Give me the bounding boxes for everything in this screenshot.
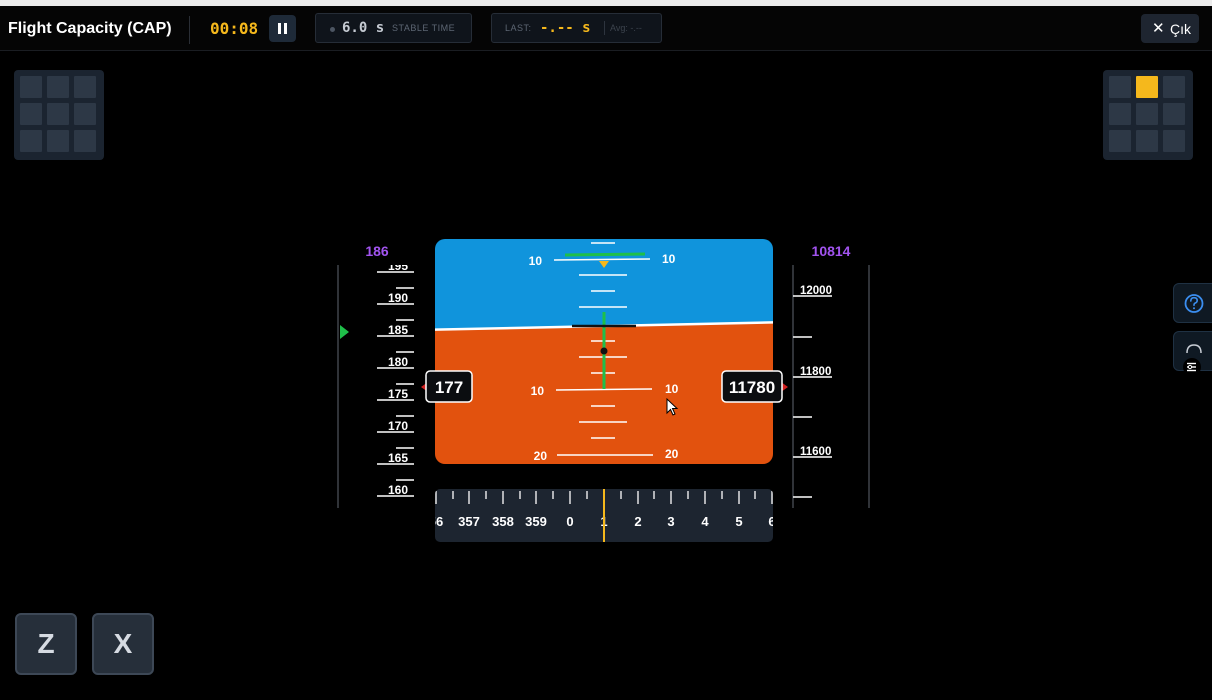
heading-label: 3 — [667, 514, 674, 529]
speed-tick-label: 165 — [388, 451, 408, 465]
x-key-button[interactable]: X — [92, 613, 154, 675]
altitude-tape: 12000 11800 11600 — [793, 285, 832, 498]
heading-label: 6 — [768, 514, 775, 529]
speed-tick-label: 180 — [388, 355, 408, 369]
heading-label: 359 — [525, 514, 547, 529]
speed-tick-label: 170 — [388, 419, 408, 433]
speed-current: 177 — [435, 378, 463, 397]
altitude-tick-label: 11800 — [800, 366, 831, 378]
speed-tape: 195 190 185 180 175 170 165 160 — [377, 259, 414, 497]
sliders-icon — [1183, 344, 1202, 376]
heading-label: 4 — [701, 514, 709, 529]
speed-target-marker-icon — [340, 325, 349, 339]
heading-label: 5 — [735, 514, 742, 529]
z-key-button[interactable]: Z — [15, 613, 77, 675]
pitch-label: 10 — [662, 252, 676, 266]
altitude-target: 10814 — [812, 243, 851, 259]
pitch-label: 10 — [531, 384, 545, 398]
pitch-label: 10 — [529, 254, 543, 268]
altitude-tick-label: 12000 — [800, 285, 832, 297]
speed-tick-label: 185 — [388, 323, 408, 337]
pitch-label: 10 — [665, 382, 679, 396]
speed-tick-label: 190 — [388, 291, 408, 305]
speed-target: 186 — [365, 243, 389, 259]
question-circle-icon — [1184, 294, 1204, 313]
speed-tick-label: 195 — [388, 259, 408, 273]
speed-tick-label: 175 — [388, 387, 408, 401]
heading-label: 0 — [566, 514, 573, 529]
pitch-label: 20 — [665, 447, 679, 461]
heading-label: 2 — [634, 514, 641, 529]
heading-label: 56 — [429, 514, 443, 529]
flight-director-horizontal — [564, 252, 646, 257]
altitude-tick-label: 11600 — [800, 446, 831, 458]
settings-button[interactable] — [1173, 331, 1212, 376]
heading-label: 357 — [458, 514, 480, 529]
heading-label: 358 — [492, 514, 514, 529]
flight-instruments: 10 10 10 10 20 20 195 190 185 180 175 17… — [337, 239, 870, 542]
speed-tick-label: 160 — [388, 483, 408, 497]
altitude-current: 11780 — [729, 378, 775, 397]
attitude-indicator: 10 10 10 10 20 20 — [435, 239, 773, 464]
help-button[interactable] — [1173, 283, 1212, 323]
aircraft-center-dot — [600, 347, 608, 355]
pitch-label: 20 — [534, 449, 548, 463]
